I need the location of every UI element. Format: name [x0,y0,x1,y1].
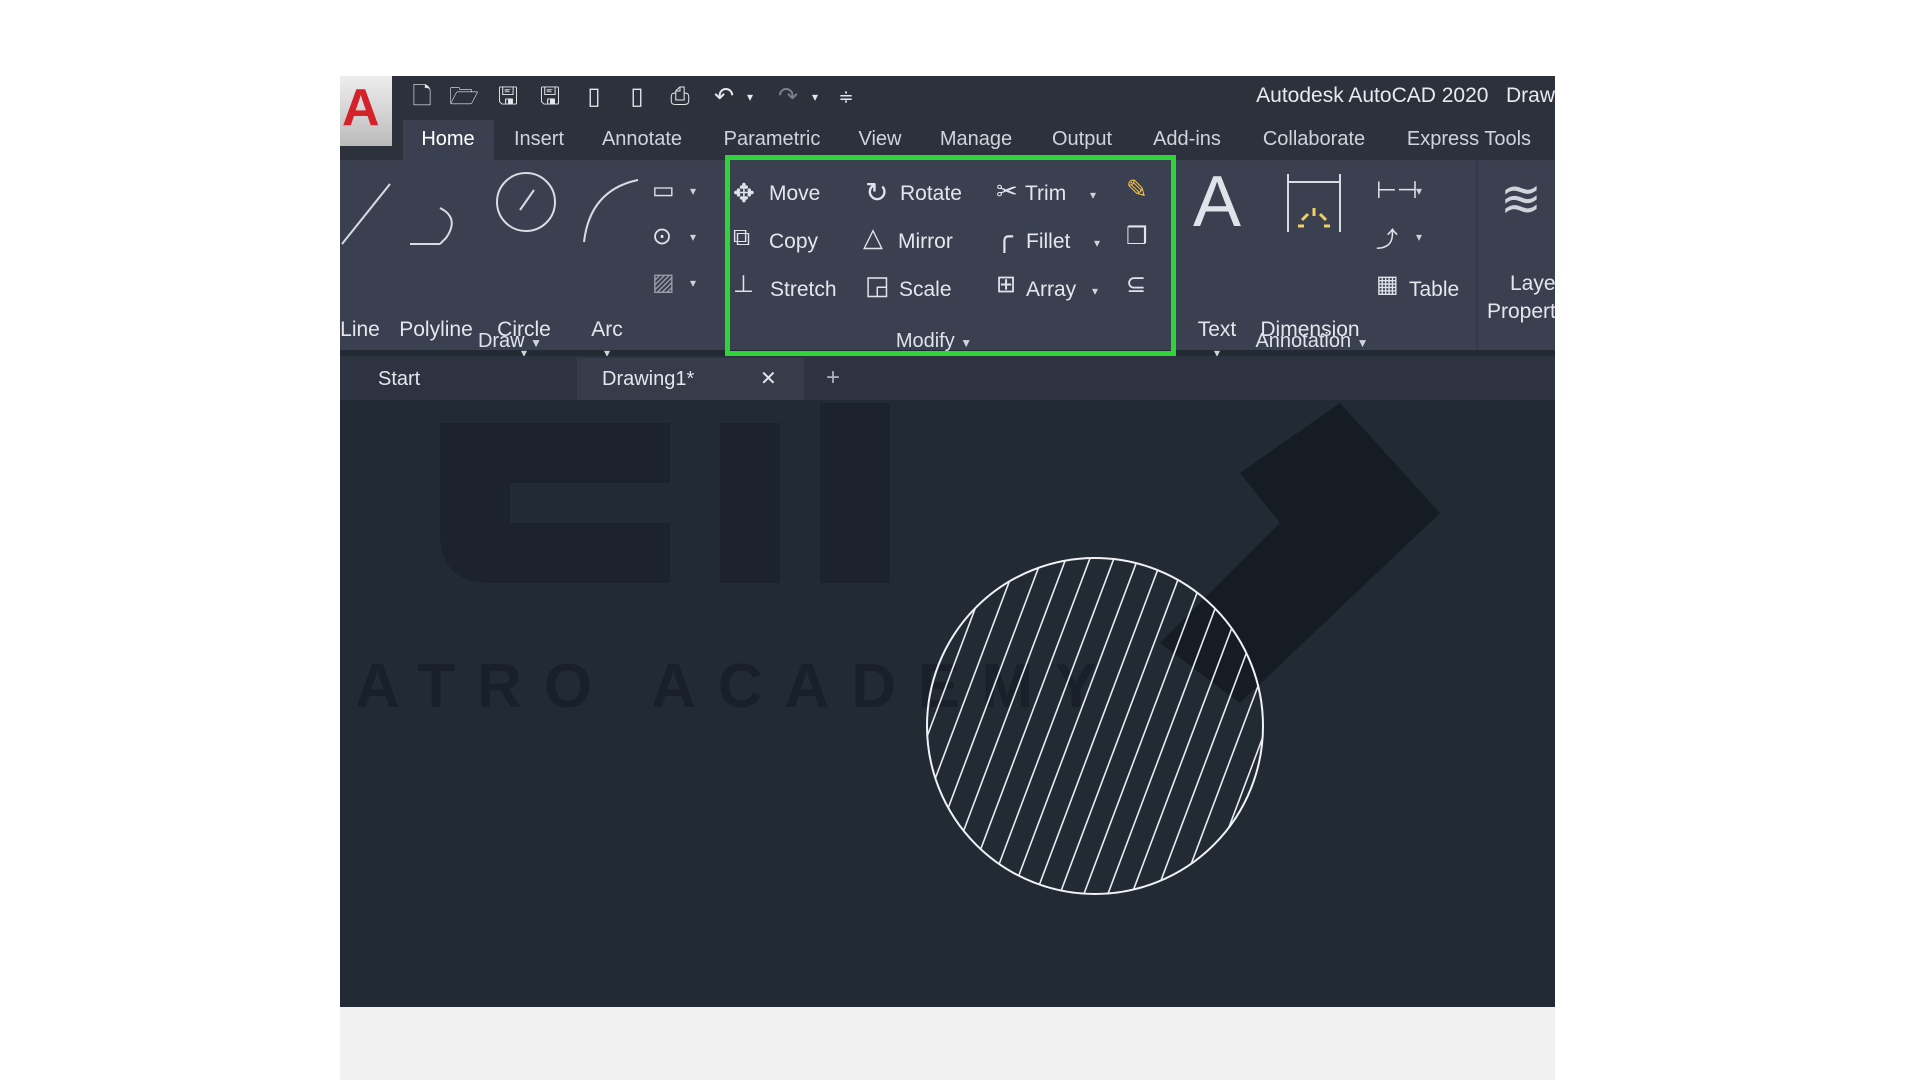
table-icon: ▦ [1376,271,1399,298]
save-as-icon[interactable]: 🖫 [535,82,565,112]
customize-icon[interactable]: ≑ [831,82,861,112]
hatch-line [922,553,924,899]
tab-home[interactable]: Home [421,128,474,151]
leader-dropdown-icon[interactable]: ▾ [1416,230,1422,244]
dimension-icon [1287,174,1341,232]
text-button[interactable]: Text [1198,318,1237,342]
drawing-canvas[interactable]: ATRO ACADEMY [340,403,1555,1007]
document-tab-bar [340,356,1555,400]
text-icon: A [1192,162,1242,242]
title-bar: A 🗋 🗁 🖫 🖫 ▯ ▯ ⎙ ↶ ▾ ↷ ▾ ≑ Autodesk AutoC… [340,76,1555,160]
layer-properties-icon: ≋ [1500,171,1542,227]
hatch-line [1225,558,1263,894]
layer-properties-label-2[interactable]: Propert [1487,300,1555,324]
panel-divider [1476,160,1478,350]
tab-collaborate[interactable]: Collaborate [1263,128,1365,151]
hatch-line [927,558,997,894]
hatch-line [927,558,1045,894]
hatch-line [1009,558,1141,894]
ellipse-icon[interactable]: ⊙ [652,222,672,251]
arc-button[interactable]: Arc [591,318,623,342]
redo-icon[interactable]: ↷ [773,82,803,112]
print-icon[interactable]: ⎙ [665,82,695,112]
autocad-window: A 🗋 🗁 🖫 🖫 ▯ ▯ ⎙ ↶ ▾ ↷ ▾ ≑ Autodesk AutoC… [340,76,1555,1080]
hatch-line [985,558,1117,894]
tab-add-ins[interactable]: Add-ins [1153,128,1221,151]
linear-dimension-dropdown-icon[interactable]: ▾ [1416,184,1422,198]
autocad-logo: A [342,79,380,137]
tab-output[interactable]: Output [1052,128,1112,151]
hatch-line [927,558,949,894]
tab-insert[interactable]: Insert [514,128,564,151]
ellipse-dropdown-icon[interactable]: ▾ [690,230,696,244]
linear-dimension-icon[interactable]: ⊢⊣ [1376,176,1418,205]
close-icon[interactable]: ✕ [760,366,777,391]
open-icon[interactable]: 🗁 [449,82,479,112]
save-icon[interactable]: 🖫 [493,82,523,112]
tab-view[interactable]: View [859,128,902,151]
hatch-line [1177,558,1263,894]
line-button[interactable]: Line [340,318,380,342]
tab-manage[interactable]: Manage [940,128,1012,151]
line-icon[interactable] [340,178,400,248]
polyline-icon[interactable] [406,198,466,258]
draw-panel-title[interactable]: Draw ▼ [478,330,542,353]
layer-properties-label-1[interactable]: Layer [1510,272,1555,296]
app-menu-button[interactable]: A [340,76,392,146]
polyline-button[interactable]: Polyline [399,318,473,342]
tab-parametric[interactable]: Parametric [724,128,821,151]
rectangle-dropdown-icon[interactable]: ▾ [690,184,696,198]
table-button[interactable]: Table [1409,278,1459,302]
tab-annotate[interactable]: Annotate [602,128,682,151]
modify-panel-highlight [725,155,1176,356]
hatch-line [1105,558,1237,894]
rectangle-icon[interactable]: ▭ [652,176,675,205]
share-icon[interactable]: ▯ [622,82,652,112]
tab-express-tools[interactable]: Express Tools [1407,128,1531,151]
hatch-line [961,558,1093,894]
arc-icon[interactable] [578,176,642,246]
redo-dropdown-icon[interactable]: ▾ [800,82,830,112]
annotation-panel-title[interactable]: Annotation ▼ [1255,330,1368,353]
hatch-line [1129,558,1261,894]
hatch-dropdown-icon[interactable]: ▾ [690,276,696,290]
new-icon[interactable]: 🗋 [407,82,437,112]
hatched-circle[interactable] [922,553,1268,899]
hatch-line [1081,558,1213,894]
new-tab-icon[interactable]: + [826,364,840,392]
hatch-line [1033,558,1165,894]
leader-icon[interactable]: ⤴ [1376,222,1398,254]
hatch-line [927,558,973,894]
window-title: Autodesk AutoCAD 2020 Draw [1256,84,1555,107]
hatch-line [1057,558,1189,894]
hatch-icon[interactable]: ▨ [652,268,675,297]
status-area [340,1007,1555,1080]
undo-dropdown-icon[interactable]: ▾ [735,82,765,112]
hatch-line [1249,558,1263,894]
tab-drawing1[interactable]: Drawing1* [602,368,694,391]
circle-icon[interactable] [492,168,560,236]
tab-start[interactable]: Start [378,368,420,391]
hatch-line [937,558,1069,894]
plot-preview-icon[interactable]: ▯ [579,82,609,112]
